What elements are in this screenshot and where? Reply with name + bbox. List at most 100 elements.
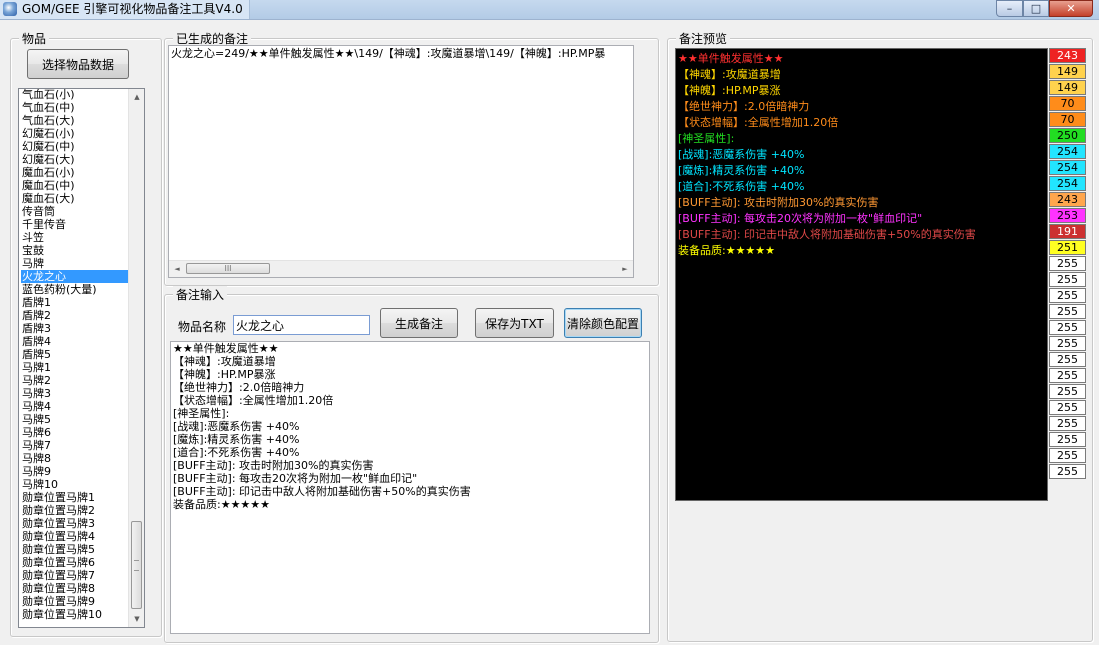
color-code-cell[interactable]: 255 <box>1049 304 1086 319</box>
hscroll-thumb[interactable]: III <box>186 263 270 274</box>
list-item[interactable]: 幻魔石(大) <box>21 153 129 166</box>
list-item[interactable]: 魔血石(大) <box>21 192 129 205</box>
scroll-up-icon[interactable]: ▲ <box>129 89 144 105</box>
list-item[interactable]: 马牌7 <box>21 439 129 452</box>
color-code-cell[interactable]: 255 <box>1049 416 1086 431</box>
list-item[interactable]: 勋章位置马牌5 <box>21 543 129 556</box>
generated-note-hscrollbar[interactable]: ◄ III ► <box>169 260 633 277</box>
item-list[interactable]: 气血石(小) 气血石(中) 气血石(大) 幻魔石(小) 幻魔石(中) 幻魔石(大) 魔血石(… <box>18 88 145 628</box>
minimize-button[interactable]: – <box>996 0 1023 17</box>
item-list-items: 气血石(小) 气血石(中) 气血石(大) 幻魔石(小) 幻魔石(中) 幻魔石(大) 魔血石(… <box>21 89 129 621</box>
list-item[interactable]: 马牌4 <box>21 400 129 413</box>
list-item[interactable]: 蓝色药粉(大量) <box>21 283 129 296</box>
color-code-cell[interactable]: 251 <box>1049 240 1086 255</box>
color-code-cell[interactable]: 254 <box>1049 160 1086 175</box>
color-code-cell[interactable]: 149 <box>1049 80 1086 95</box>
select-item-data-button[interactable]: 选择物品数据 <box>27 49 129 79</box>
color-code-cell[interactable]: 191 <box>1049 224 1086 239</box>
list-item[interactable]: 马牌2 <box>21 374 129 387</box>
note-input-line: [魔炼]:精灵系伤害 +40% <box>173 433 300 446</box>
list-item[interactable]: 幻魔石(中) <box>21 140 129 153</box>
list-item[interactable]: 斗笠 <box>21 231 129 244</box>
color-code-cell[interactable]: 255 <box>1049 336 1086 351</box>
color-code-cell[interactable]: 255 <box>1049 368 1086 383</box>
item-list-scrollbar[interactable]: ▲ ▼ <box>128 89 144 627</box>
list-item[interactable]: 勋章位置马牌6 <box>21 556 129 569</box>
preview-lines: ★★单件触发属性★★ 【神魂】:攻魔道暴增 【神魄】:HP.MP暴涨 【绝世神力】:2… <box>678 51 976 259</box>
list-item[interactable]: 气血石(小) <box>21 89 129 101</box>
list-item[interactable]: 勋章位置马牌9 <box>21 595 129 608</box>
color-code-cell[interactable]: 255 <box>1049 352 1086 367</box>
list-item[interactable]: 马牌3 <box>21 387 129 400</box>
list-item[interactable]: 魔血石(小) <box>21 166 129 179</box>
list-item[interactable]: 盾牌1 <box>21 296 129 309</box>
color-code-cell[interactable]: 254 <box>1049 144 1086 159</box>
note-preview-panel: ★★单件触发属性★★ 【神魂】:攻魔道暴增 【神魄】:HP.MP暴涨 【绝世神力】:2… <box>675 48 1048 501</box>
color-code-cell[interactable]: 255 <box>1049 272 1086 287</box>
list-item[interactable]: 魔血石(中) <box>21 179 129 192</box>
list-item[interactable]: 传音筒 <box>21 205 129 218</box>
color-code-cell[interactable]: 255 <box>1049 448 1086 463</box>
color-code-cell[interactable]: 255 <box>1049 256 1086 271</box>
scroll-right-icon[interactable]: ► <box>617 261 633 277</box>
maximize-button[interactable]: □ <box>1023 0 1049 17</box>
list-item[interactable]: 宝鼓 <box>21 244 129 257</box>
list-item[interactable]: 幻魔石(小) <box>21 127 129 140</box>
note-input-line: 装备品质:★★★★★ <box>173 498 271 511</box>
color-code-cell[interactable]: 255 <box>1049 384 1086 399</box>
list-item[interactable]: 马牌 <box>21 257 129 270</box>
list-item[interactable]: 马牌9 <box>21 465 129 478</box>
list-item[interactable]: 勋章位置马牌3 <box>21 517 129 530</box>
list-item[interactable]: 勋章位置马牌1 <box>21 491 129 504</box>
list-item[interactable]: 马牌5 <box>21 413 129 426</box>
preview-line: 【绝世神力】:2.0倍暗神力 <box>678 100 810 113</box>
color-code-cell[interactable]: 253 <box>1049 208 1086 223</box>
list-item[interactable]: 勋章位置马牌8 <box>21 582 129 595</box>
color-code-cell[interactable]: 243 <box>1049 192 1086 207</box>
list-item[interactable]: 盾牌3 <box>21 322 129 335</box>
generated-note-textarea[interactable]: 火龙之心=249/★★单件触发属性★★\149/【神魂】:攻魔道暴增\149/【… <box>168 45 634 278</box>
color-code-cell[interactable]: 254 <box>1049 176 1086 191</box>
list-item[interactable]: 火龙之心 <box>21 270 129 283</box>
note-input-textarea[interactable]: ★★单件触发属性★★ 【神魂】:攻魔道暴增 【神魄】:HP.MP暴涨 【绝世神力】:2… <box>170 341 650 634</box>
list-item[interactable]: 盾牌5 <box>21 348 129 361</box>
color-code-cell[interactable]: 255 <box>1049 320 1086 335</box>
color-code-cell[interactable]: 70 <box>1049 96 1086 111</box>
color-code-cell[interactable]: 255 <box>1049 432 1086 447</box>
preview-line: 【神魄】:HP.MP暴涨 <box>678 84 781 97</box>
list-item[interactable]: 盾牌4 <box>21 335 129 348</box>
scroll-left-icon[interactable]: ◄ <box>169 261 185 277</box>
list-item[interactable]: 气血石(大) <box>21 114 129 127</box>
close-button[interactable]: ✕ <box>1049 0 1093 17</box>
list-item[interactable]: 勋章位置马牌4 <box>21 530 129 543</box>
scroll-thumb[interactable] <box>131 521 142 609</box>
list-item[interactable]: 勋章位置马牌2 <box>21 504 129 517</box>
list-item[interactable]: 勋章位置马牌10 <box>21 608 129 621</box>
generate-note-button[interactable]: 生成备注 <box>380 308 458 338</box>
list-item[interactable]: 马牌1 <box>21 361 129 374</box>
color-code-cell[interactable]: 149 <box>1049 64 1086 79</box>
color-code-cell[interactable]: 243 <box>1049 48 1086 63</box>
note-input-line: 【神魂】:攻魔道暴增 <box>173 355 276 368</box>
note-input-line: 【神魄】:HP.MP暴涨 <box>173 368 276 381</box>
item-name-input[interactable] <box>233 315 370 335</box>
preview-line: [神圣属性]: <box>678 132 735 145</box>
color-code-cell[interactable]: 255 <box>1049 288 1086 303</box>
save-txt-button[interactable]: 保存为TXT <box>475 308 554 338</box>
window-controls: – □ ✕ <box>996 0 1093 17</box>
list-item[interactable]: 气血石(中) <box>21 101 129 114</box>
preview-line: 装备品质:★★★★★ <box>678 244 776 257</box>
list-item[interactable]: 马牌8 <box>21 452 129 465</box>
color-code-cell[interactable]: 255 <box>1049 400 1086 415</box>
color-code-cell[interactable]: 250 <box>1049 128 1086 143</box>
list-item[interactable]: 勋章位置马牌7 <box>21 569 129 582</box>
color-code-cell[interactable]: 255 <box>1049 464 1086 479</box>
list-item[interactable]: 马牌10 <box>21 478 129 491</box>
list-item[interactable]: 千里传音 <box>21 218 129 231</box>
list-item[interactable]: 盾牌2 <box>21 309 129 322</box>
list-item[interactable]: 马牌6 <box>21 426 129 439</box>
color-code-cell[interactable]: 70 <box>1049 112 1086 127</box>
clear-color-config-button[interactable]: 清除颜色配置 <box>564 308 642 338</box>
note-input-label: 备注输入 <box>173 286 228 303</box>
scroll-down-icon[interactable]: ▼ <box>129 611 144 627</box>
